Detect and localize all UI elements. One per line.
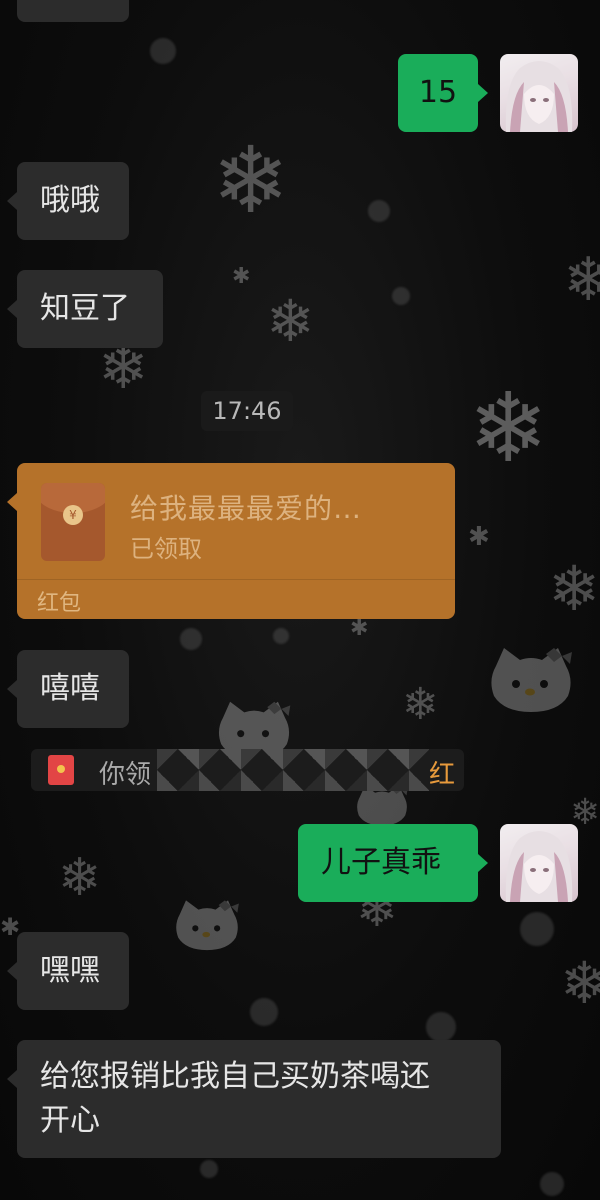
avatar-illustration xyxy=(505,61,573,132)
red-envelope-small-icon xyxy=(48,755,74,785)
message-bubble-incoming[interactable]: 嘿嘿 xyxy=(7,932,129,1010)
snowflake-icon: ✱ xyxy=(350,616,369,641)
snowflake-icon: ✱ xyxy=(232,264,251,289)
notice-link-red-packet[interactable]: 红包 xyxy=(429,754,464,791)
message-timestamp: 17:46 xyxy=(201,391,293,431)
snowflake-icon: ❄ xyxy=(266,287,315,355)
red-packet-label: 红包 xyxy=(37,591,82,616)
red-packet-title: 给我最最最爱的… xyxy=(130,492,363,525)
avatar[interactable] xyxy=(500,54,578,132)
message-text: 知豆了 xyxy=(40,291,130,326)
message-bubble-outgoing[interactable]: 儿子真乖 xyxy=(298,824,488,902)
snowflake-icon: ❄ xyxy=(560,949,600,1017)
snowflake-icon: ❄ xyxy=(58,848,102,908)
bokeh-dot xyxy=(540,1172,564,1196)
snowflake-icon: ❄ xyxy=(468,372,549,484)
bokeh-dot xyxy=(368,200,390,222)
snowflake-icon: ✱ xyxy=(468,522,490,552)
avatar-illustration xyxy=(505,831,573,902)
divider xyxy=(17,579,455,580)
snowflake-icon: ❄ xyxy=(402,679,439,730)
message-text: 嘿嘿 xyxy=(40,953,100,988)
snowflake-icon: ❄ xyxy=(548,552,600,625)
message-bubble-incoming[interactable]: 知豆了 xyxy=(7,270,163,348)
message-bubble-incoming[interactable]: 哦哦 xyxy=(7,162,129,240)
snowflake-icon: ❄ xyxy=(212,127,290,234)
message-bubble-incoming[interactable] xyxy=(17,0,129,22)
bokeh-dot xyxy=(392,287,410,305)
red-packet-status: 已领取 xyxy=(130,535,202,563)
bokeh-dot xyxy=(273,628,289,644)
snowflake-icon: ❄ xyxy=(563,245,600,315)
bokeh-dot xyxy=(200,1160,218,1178)
message-bubble-incoming[interactable]: 给您报销比我自己买奶茶喝还 开心 xyxy=(7,1040,501,1158)
kitty-face-icon xyxy=(491,648,572,712)
bokeh-dot xyxy=(180,628,202,650)
red-packet-card[interactable]: ¥ 给我最最最爱的… 已领取 红包 xyxy=(7,463,455,619)
message-text-line: 给您报销比我自己买奶茶喝还 xyxy=(40,1059,430,1094)
message-text-line: 开心 xyxy=(40,1103,100,1138)
notice-text-prefix: 你领 xyxy=(99,760,152,790)
mosaic-redaction xyxy=(157,749,429,791)
bokeh-dot xyxy=(520,912,554,946)
avatar[interactable] xyxy=(500,824,578,902)
message-text: 15 xyxy=(418,75,458,110)
message-text: 哦哦 xyxy=(40,183,100,218)
message-bubble-incoming[interactable]: 嘻嘻 xyxy=(7,650,129,728)
message-bubble-outgoing[interactable]: 15 xyxy=(398,54,488,132)
message-text: 嘻嘻 xyxy=(40,671,100,706)
bokeh-dot xyxy=(250,998,278,1026)
message-text: 儿子真乖 xyxy=(321,845,441,880)
kitty-face-icon xyxy=(176,900,239,951)
bokeh-dot xyxy=(150,38,176,64)
system-notice[interactable]: 你领 红包 xyxy=(31,749,464,791)
chat-screen: ❄ ❄ ❄ ❄ ❄ ❄ ❄ ❄ ❄ ❄ ❄ ✱ ✱ ✱ ✱ 15 哦哦 知豆了 … xyxy=(0,0,600,1200)
red-envelope-icon: ¥ xyxy=(41,483,105,561)
bokeh-dot xyxy=(426,1012,456,1042)
